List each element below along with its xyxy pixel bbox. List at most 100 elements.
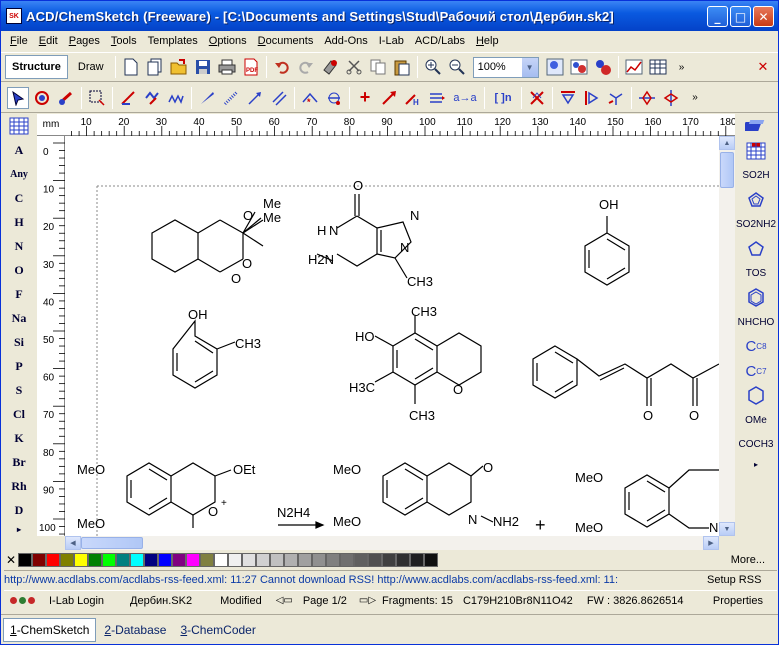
- horizontal-scroll-thumb[interactable]: [81, 537, 143, 549]
- periodic-templates-button[interactable]: [736, 139, 776, 164]
- table-button[interactable]: [647, 56, 669, 78]
- color-swatch[interactable]: [284, 553, 298, 567]
- close-document-button[interactable]: ✕: [752, 56, 774, 78]
- template-benzene[interactable]: [736, 286, 776, 311]
- structure-dioxolane[interactable]: O O O Me Me: [151, 196, 281, 286]
- toolbar-overflow-button[interactable]: »: [671, 56, 693, 78]
- template-coch3[interactable]: COCH3: [736, 433, 776, 458]
- maximize-button[interactable]: □: [730, 6, 751, 27]
- color-swatch[interactable]: [326, 553, 340, 567]
- flip-vertical-button[interactable]: [557, 87, 579, 109]
- color-swatch[interactable]: [410, 553, 424, 567]
- zoom-select[interactable]: 100% ▼: [472, 56, 539, 78]
- paste-button[interactable]: [391, 56, 413, 78]
- color-swatch[interactable]: [102, 553, 116, 567]
- scroll-left-button[interactable]: ◀: [65, 536, 81, 550]
- delete-tool-button[interactable]: [526, 87, 548, 109]
- color-swatch[interactable]: [46, 553, 60, 567]
- draw-zigzag-button[interactable]: [165, 87, 187, 109]
- cut-button[interactable]: [343, 56, 365, 78]
- minimize-button[interactable]: _: [707, 6, 728, 27]
- new-page-button[interactable]: [144, 56, 166, 78]
- flip-horizontal-button[interactable]: [581, 87, 603, 109]
- template-cyclopentane[interactable]: [736, 237, 776, 262]
- element-s[interactable]: S: [5, 378, 33, 402]
- menu-options[interactable]: Options: [204, 35, 253, 47]
- menu-file[interactable]: File: [5, 35, 34, 47]
- tab-chemcoder[interactable]: 3 -ChemCoder: [174, 618, 261, 642]
- color-swatch[interactable]: [354, 553, 368, 567]
- reaction-arrow[interactable]: N2H4: [277, 505, 325, 529]
- save-button[interactable]: [192, 56, 214, 78]
- charge-button[interactable]: *: [299, 87, 321, 109]
- template-c8[interactable]: C C8: [736, 335, 776, 360]
- color-swatch[interactable]: [186, 553, 200, 567]
- color-swatch[interactable]: [130, 553, 144, 567]
- radical-button[interactable]: [323, 87, 345, 109]
- element-br[interactable]: Br: [5, 450, 33, 474]
- zoom-in-button[interactable]: [422, 56, 444, 78]
- lasso-tool-button[interactable]: [31, 87, 53, 109]
- zoom-out-button[interactable]: [446, 56, 468, 78]
- align-vertical-button[interactable]: [660, 87, 682, 109]
- 3d-viewer-button[interactable]: [544, 56, 566, 78]
- menu-documents[interactable]: Documents: [253, 35, 320, 47]
- template-ome[interactable]: OMe: [736, 408, 776, 433]
- undo-button[interactable]: [271, 56, 293, 78]
- element-a[interactable]: A: [5, 138, 33, 162]
- menu-edit[interactable]: Edit: [34, 35, 64, 47]
- structure-aminoisoquinolinone[interactable]: MeO MeO O N NH2: [333, 460, 519, 529]
- draw-mode-tab[interactable]: Draw: [70, 55, 112, 79]
- open-button[interactable]: [168, 56, 190, 78]
- element-na[interactable]: Na: [5, 306, 33, 330]
- menu-help[interactable]: Help: [471, 35, 505, 47]
- menu-addons[interactable]: Add-Ons: [319, 35, 373, 47]
- image-button[interactable]: [568, 56, 590, 78]
- new-document-button[interactable]: [120, 56, 142, 78]
- element-h[interactable]: H: [5, 210, 33, 234]
- molecule-view-button[interactable]: [592, 56, 614, 78]
- hash-bond-button[interactable]: [220, 87, 242, 109]
- color-swatch[interactable]: [242, 553, 256, 567]
- color-swatch[interactable]: [144, 553, 158, 567]
- templates-overflow[interactable]: ▸: [736, 457, 776, 471]
- menu-ilab[interactable]: I-Lab: [374, 35, 410, 47]
- menu-tools[interactable]: Tools: [106, 35, 143, 47]
- color-swatch[interactable]: [200, 553, 214, 567]
- element-cl[interactable]: Cl: [5, 402, 33, 426]
- atom-mapping-button[interactable]: a→a: [450, 87, 480, 109]
- color-swatch[interactable]: [270, 553, 284, 567]
- element-any[interactable]: Any: [5, 162, 33, 186]
- tab-chemsketch[interactable]: 1 -ChemSketch: [3, 617, 97, 642]
- color-swatch[interactable]: [158, 553, 172, 567]
- horizontal-scrollbar[interactable]: ◀ ▶: [65, 536, 719, 550]
- element-si[interactable]: Si: [5, 330, 33, 354]
- color-swatch[interactable]: [340, 553, 354, 567]
- drawing-canvas[interactable]: O O O Me Me O N H N N H2N CH3 OH OH CH3 …: [65, 136, 719, 536]
- color-swatch[interactable]: [298, 553, 312, 567]
- reaction-map-button[interactable]: [426, 87, 448, 109]
- align-horizontal-button[interactable]: [636, 87, 658, 109]
- vertical-scrollbar[interactable]: ▲ ▼: [719, 136, 735, 536]
- color-swatch[interactable]: [88, 553, 102, 567]
- element-d[interactable]: D: [5, 498, 33, 522]
- element-o[interactable]: O: [5, 258, 33, 282]
- structure-phenol[interactable]: OH: [584, 197, 630, 286]
- structure-mode-tab[interactable]: Structure: [5, 55, 68, 79]
- arrow-bond-button[interactable]: [244, 87, 266, 109]
- color-swatch[interactable]: [60, 553, 74, 567]
- color-swatch[interactable]: [368, 553, 382, 567]
- polymer-bracket-button[interactable]: [ ]n: [489, 87, 517, 109]
- close-window-button[interactable]: ✕: [753, 6, 774, 27]
- template-cyclohexane[interactable]: [736, 384, 776, 409]
- print-button[interactable]: [216, 56, 238, 78]
- vertical-scroll-thumb[interactable]: [720, 152, 734, 188]
- rotate-tool-button[interactable]: [55, 87, 77, 109]
- template-so2nh2[interactable]: SO2NH2: [736, 212, 776, 237]
- structure-chromanol[interactable]: CH3 HO H3C CH3 O: [349, 304, 482, 423]
- structure-cresol[interactable]: OH CH3: [172, 307, 261, 389]
- color-swatch[interactable]: [18, 553, 32, 567]
- draw-chain-button[interactable]: [141, 87, 163, 109]
- scroll-up-button[interactable]: ▲: [719, 136, 735, 150]
- element-p[interactable]: P: [5, 354, 33, 378]
